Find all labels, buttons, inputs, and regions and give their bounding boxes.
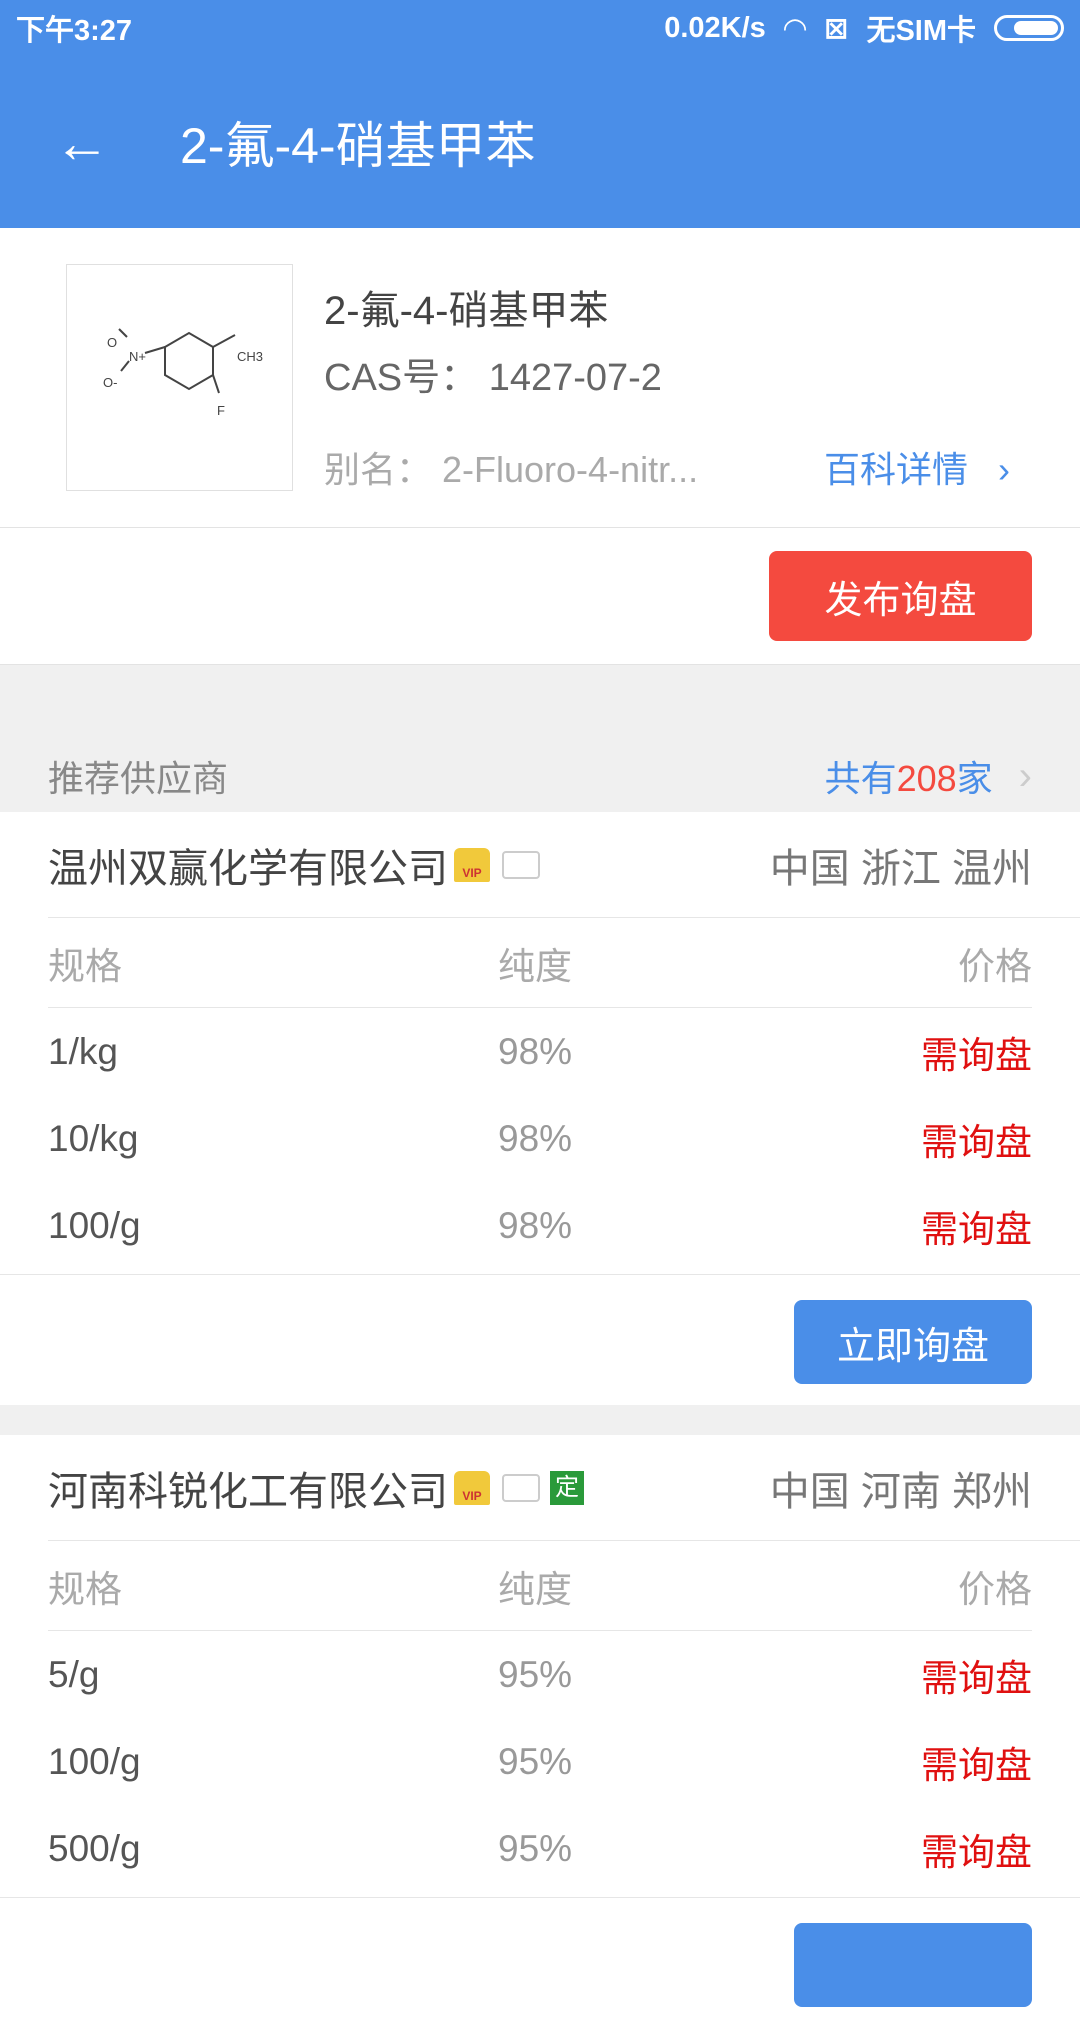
purity: 98%	[498, 1117, 573, 1159]
structure-image: CH3 F N+ O O-	[66, 264, 293, 491]
table-header: 规格 纯度 价格	[48, 1541, 1032, 1631]
header-spec: 规格	[48, 945, 122, 987]
supplier-card[interactable]: 温州双赢化学有限公司 VIP 中国 浙江 温州 规格 纯度 价格 1/kg 98%…	[0, 812, 1080, 1407]
status-bar: 下午3:27 0.02K/s ◠ ⊠ 无SIM卡	[0, 0, 1080, 56]
header-price: 价格	[958, 1568, 1032, 1610]
header-spec: 规格	[48, 1568, 122, 1610]
header-purity: 纯度	[498, 1568, 572, 1610]
n-label: N+	[129, 349, 146, 364]
price: 需询盘	[921, 1744, 1032, 1786]
encyclopedia-link[interactable]: 百科详情 ›	[824, 441, 1010, 493]
count-prefix: 共有	[824, 758, 897, 799]
table-row: 10/kg 98% 需询盘	[48, 1095, 1032, 1182]
purity: 95%	[498, 1653, 573, 1695]
supplier-location: 中国 浙江 温州	[769, 846, 1032, 891]
purity: 98%	[498, 1204, 573, 1246]
supplier-count[interactable]: 共有208家	[825, 750, 993, 802]
publish-inquiry-button[interactable]: 发布询盘	[769, 551, 1032, 641]
header-purity: 纯度	[498, 945, 572, 987]
supplier-name[interactable]: 河南科锐化工有限公司	[48, 1459, 448, 1517]
publish-row: 发布询盘	[0, 528, 1080, 665]
table-row: 100/g 98% 需询盘	[48, 1182, 1032, 1269]
spec: 100/g	[48, 1204, 141, 1246]
divider	[0, 1405, 1080, 1435]
spec: 100/g	[48, 1740, 141, 1782]
product-card: CH3 F N+ O O- 2-氟-4-硝基甲苯 CAS号： 1427-07-2…	[0, 228, 1080, 528]
vip-badge-icon: VIP	[454, 1470, 490, 1505]
header-price: 价格	[958, 945, 1032, 987]
spec: 10/kg	[48, 1117, 139, 1159]
table-header: 规格 纯度 价格	[48, 918, 1032, 1008]
wifi-icon: ◠	[783, 12, 807, 45]
price: 需询盘	[921, 1831, 1032, 1873]
count-suffix: 家	[956, 758, 993, 799]
product-name: 2-氟-4-硝基甲苯	[324, 289, 609, 333]
purity: 95%	[498, 1740, 573, 1782]
alias: 别名： 2-Fluoro-4-nitr...	[324, 449, 699, 490]
price: 需询盘	[921, 1208, 1032, 1250]
id-card-icon	[502, 1473, 540, 1502]
f-label: F	[217, 403, 225, 418]
chevron-right-icon: ›	[1018, 753, 1032, 798]
app-bar: ← 2-氟-4-硝基甲苯	[0, 56, 1080, 228]
table-row: 500/g 95% 需询盘	[48, 1805, 1032, 1892]
inquire-now-button[interactable]	[794, 1923, 1032, 2007]
table-row: 5/g 95% 需询盘	[48, 1631, 1032, 1718]
supplier-location: 中国 河南 郑州	[769, 1469, 1032, 1514]
encyclopedia-label: 百科详情	[824, 449, 969, 490]
o-label: O	[107, 335, 117, 350]
sim-status: 无SIM卡	[866, 15, 976, 47]
clock: 下午3:27	[16, 15, 133, 47]
table-row: 100/g 95% 需询盘	[48, 1718, 1032, 1805]
supplier-name[interactable]: 温州双赢化学有限公司	[48, 836, 448, 894]
recommend-title: 推荐供应商	[48, 758, 229, 799]
spec: 1/kg	[48, 1030, 118, 1072]
inquire-now-button[interactable]: 立即询盘	[794, 1300, 1032, 1384]
ding-badge-icon: 定	[550, 1470, 584, 1505]
purity: 95%	[498, 1827, 573, 1869]
network-speed: 0.02K/s	[664, 11, 766, 44]
battery-icon	[994, 15, 1064, 41]
price: 需询盘	[921, 1121, 1032, 1163]
spec: 5/g	[48, 1653, 100, 1695]
count-value: 208	[896, 758, 957, 799]
divider	[0, 665, 1080, 740]
price: 需询盘	[921, 1034, 1032, 1076]
page-title: 2-氟-4-硝基甲苯	[180, 118, 536, 174]
price: 需询盘	[921, 1657, 1032, 1699]
back-arrow-icon[interactable]: ←	[54, 110, 144, 175]
purity: 98%	[498, 1030, 573, 1072]
id-card-icon	[502, 850, 540, 879]
supplier-card[interactable]: 河南科锐化工有限公司 VIP 定 中国 河南 郑州 规格 纯度 价格 5/g 95…	[0, 1435, 1080, 2030]
ch3-label: CH3	[237, 349, 263, 364]
chevron-right-icon: ›	[998, 449, 1011, 490]
spec: 500/g	[48, 1827, 141, 1869]
vip-badge-icon: VIP	[454, 847, 490, 882]
cas-number: CAS号： 1427-07-2	[324, 357, 662, 399]
table-row: 1/kg 98% 需询盘	[48, 1008, 1032, 1095]
o-minus-label: O-	[103, 375, 117, 390]
recommend-header[interactable]: 推荐供应商 共有208家 ›	[0, 740, 1080, 812]
sim-icon: ⊠	[824, 12, 849, 45]
